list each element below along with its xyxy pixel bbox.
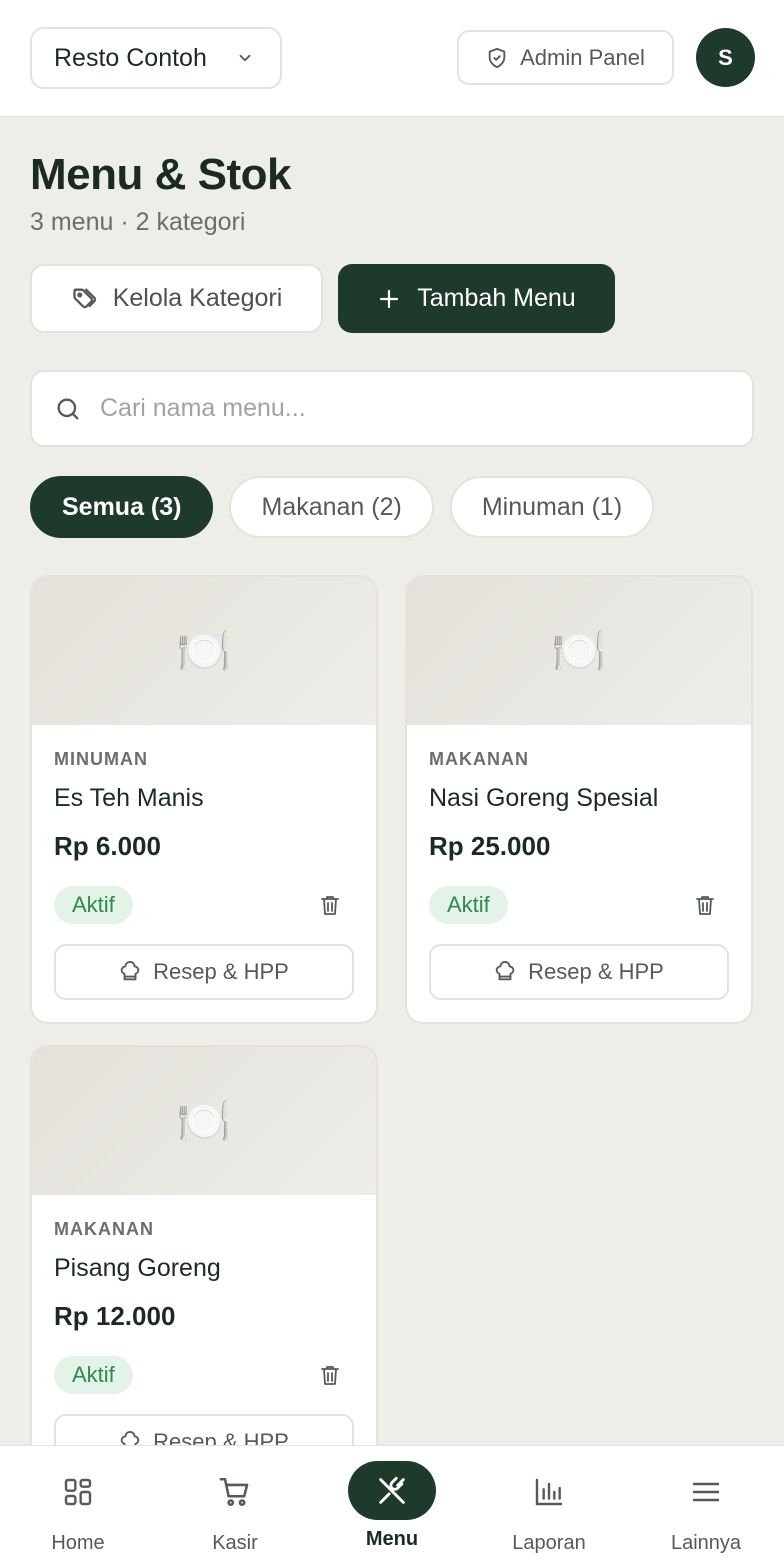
add-menu-button[interactable]: Tambah Menu	[338, 264, 615, 333]
menu-card[interactable]: 🍽️ MAKANAN Pisang Goreng Rp 12.000 Aktif…	[30, 1045, 378, 1494]
grid-icon	[64, 1478, 92, 1506]
nav-item-home[interactable]: Home	[0, 1446, 156, 1568]
search-input[interactable]	[100, 394, 700, 423]
search-icon	[57, 398, 79, 419]
recipe-hpp-label: Resep & HPP	[528, 959, 664, 984]
trash-icon[interactable]	[318, 892, 342, 918]
nav-label: Kasir	[212, 1532, 258, 1554]
status-badge[interactable]: Aktif	[429, 886, 508, 924]
menu-price: Rp 6.000	[54, 831, 161, 861]
menu-icon	[692, 1482, 720, 1502]
nav-item-kasir[interactable]: Kasir	[157, 1446, 313, 1568]
nav-label: Laporan	[512, 1532, 586, 1554]
admin-panel-button[interactable]: Admin Panel	[457, 30, 674, 85]
menu-price: Rp 12.000	[54, 1301, 176, 1331]
filter-chip-semua[interactable]: Semua (3)	[30, 476, 214, 538]
tags-icon	[73, 288, 96, 308]
add-menu-label: Tambah Menu	[417, 284, 576, 312]
avatar[interactable]: S	[696, 28, 755, 87]
menu-price: Rp 25.000	[429, 831, 551, 861]
menu-card[interactable]: 🍽️ MINUMAN Es Teh Manis Rp 6.000 Aktif R…	[30, 575, 378, 1024]
nav-item-lainnya[interactable]: Lainnya	[628, 1446, 784, 1568]
category-filters: Semua (3) Makanan (2) Minuman (1)	[30, 476, 655, 538]
recipe-hpp-button[interactable]: Resep & HPP	[429, 944, 729, 1000]
chevron-down-icon	[239, 54, 251, 62]
plate-icon: 🍽️	[32, 1047, 376, 1195]
utensils-icon	[379, 1476, 405, 1504]
cart-icon	[219, 1477, 249, 1507]
menu-card[interactable]: 🍽️ MAKANAN Nasi Goreng Spesial Rp 25.000…	[405, 575, 753, 1024]
recipe-hpp-label: Resep & HPP	[153, 959, 289, 984]
plate-icon: 🍽️	[407, 577, 751, 725]
top-bar: Resto Contoh Admin Panel S	[0, 0, 784, 117]
plus-icon	[380, 289, 399, 308]
bottom-navigation: Home Kasir Menu Laporan Lainnya	[0, 1445, 784, 1568]
menu-name: Pisang Goreng	[54, 1254, 221, 1282]
trash-icon[interactable]	[693, 892, 717, 918]
manage-categories-button[interactable]: Kelola Kategori	[30, 264, 323, 333]
trash-icon[interactable]	[318, 1362, 342, 1388]
page-subtitle: 3 menu · 2 kategori	[30, 208, 246, 236]
nav-label: Lainnya	[670, 1532, 742, 1554]
chef-hat-icon	[120, 961, 140, 981]
menu-name: Nasi Goreng Spesial	[429, 784, 659, 812]
restaurant-selector[interactable]: Resto Contoh	[30, 27, 282, 89]
status-badge[interactable]: Aktif	[54, 886, 133, 924]
admin-panel-label: Admin Panel	[520, 44, 645, 70]
filter-chip-makanan[interactable]: Makanan (2)	[229, 476, 434, 538]
page-title: Menu & Stok	[30, 150, 291, 199]
menu-name: Es Teh Manis	[54, 784, 204, 812]
nav-item-laporan[interactable]: Laporan	[471, 1446, 627, 1568]
bar-chart-icon	[535, 1478, 563, 1506]
nav-label: Home	[51, 1532, 105, 1554]
filter-chip-minuman[interactable]: Minuman (1)	[449, 476, 655, 538]
shield-icon	[488, 47, 506, 68]
status-badge[interactable]: Aktif	[54, 1356, 133, 1394]
search-box[interactable]	[30, 370, 754, 447]
plate-icon: 🍽️	[32, 577, 376, 725]
nav-label: Menu	[365, 1528, 419, 1550]
menu-category: MAKANAN	[54, 1219, 154, 1239]
menu-category: MINUMAN	[54, 749, 148, 769]
menu-category: MAKANAN	[429, 749, 529, 769]
restaurant-name: Resto Contoh	[54, 43, 207, 72]
recipe-hpp-button[interactable]: Resep & HPP	[54, 944, 354, 1000]
nav-item-menu[interactable]: Menu	[314, 1446, 470, 1568]
chef-hat-icon	[495, 961, 515, 981]
manage-categories-label: Kelola Kategori	[112, 284, 283, 312]
